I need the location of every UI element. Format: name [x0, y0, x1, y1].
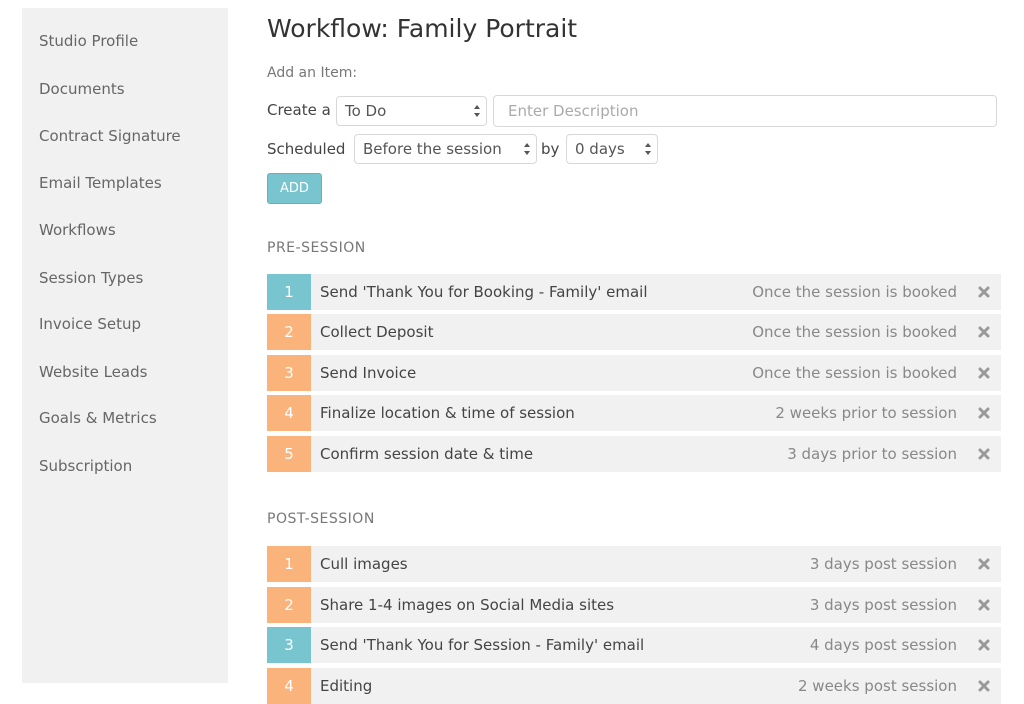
task-number: 1	[267, 546, 311, 582]
timing-value: Before the session	[363, 140, 502, 158]
task-schedule: 3 days post session	[809, 555, 957, 573]
task-row[interactable]: 1 Cull images 3 days post session	[267, 546, 1001, 582]
page-title: Workflow: Family Portrait	[267, 14, 578, 43]
task-schedule: 4 days post session	[809, 636, 957, 654]
task-label: Send 'Thank You for Session - Family' em…	[320, 636, 645, 654]
task-label: Collect Deposit	[320, 323, 434, 341]
offset-select[interactable]: 0 days	[566, 134, 658, 164]
task-number: 1	[267, 274, 311, 310]
remove-icon[interactable]	[977, 447, 991, 461]
item-type-select[interactable]: To Do	[336, 96, 487, 126]
task-schedule: Once the session is booked	[752, 283, 957, 301]
task-schedule: 3 days prior to session	[787, 445, 957, 463]
task-label: Send 'Thank You for Booking - Family' em…	[320, 283, 648, 301]
create-label: Create a	[267, 101, 331, 119]
task-row[interactable]: 5 Confirm session date & time 3 days pri…	[267, 436, 1001, 472]
post-session-heading: POST-SESSION	[267, 511, 375, 527]
task-schedule: 2 weeks post session	[798, 677, 957, 695]
task-number: 4	[267, 395, 311, 431]
task-number: 3	[267, 355, 311, 391]
task-label: Finalize location & time of session	[320, 404, 575, 422]
item-type-value: To Do	[345, 102, 387, 120]
by-label: by	[541, 140, 560, 158]
task-schedule: Once the session is booked	[752, 364, 957, 382]
task-row[interactable]: 3 Send Invoice Once the session is booke…	[267, 355, 1001, 391]
task-row[interactable]: 3 Send 'Thank You for Session - Family' …	[267, 627, 1001, 663]
workflow-editor: Workflow: Family Portrait Add an Item: C…	[267, 0, 1007, 704]
sidebar-item-website-leads[interactable]: Website Leads	[39, 363, 147, 381]
task-number: 2	[267, 587, 311, 623]
task-label: Cull images	[320, 555, 408, 573]
sidebar-item-email-templates[interactable]: Email Templates	[39, 174, 162, 192]
sidebar-item-goals-metrics[interactable]: Goals & Metrics	[39, 409, 157, 427]
task-schedule: 2 weeks prior to session	[775, 404, 957, 422]
sidebar-item-subscription[interactable]: Subscription	[39, 457, 132, 475]
scheduled-label: Scheduled	[267, 140, 346, 158]
sidebar-item-documents[interactable]: Documents	[39, 80, 125, 98]
select-arrows-icon	[524, 143, 530, 155]
task-label: Send Invoice	[320, 364, 417, 382]
remove-icon[interactable]	[977, 366, 991, 380]
timing-select[interactable]: Before the session	[354, 134, 537, 164]
remove-icon[interactable]	[977, 557, 991, 571]
offset-value: 0 days	[575, 140, 625, 158]
settings-sidebar: Studio Profile Documents Contract Signat…	[22, 8, 228, 683]
description-input[interactable]	[493, 95, 997, 127]
sidebar-item-session-types[interactable]: Session Types	[39, 269, 143, 287]
sidebar-item-studio-profile[interactable]: Studio Profile	[39, 32, 138, 50]
task-label: Editing	[320, 677, 373, 695]
remove-icon[interactable]	[977, 406, 991, 420]
task-row[interactable]: 4 Finalize location & time of session 2 …	[267, 395, 1001, 431]
task-number: 3	[267, 627, 311, 663]
pre-session-heading: PRE-SESSION	[267, 240, 366, 256]
task-number: 4	[267, 668, 311, 704]
task-number: 2	[267, 314, 311, 350]
task-row[interactable]: 4 Editing 2 weeks post session	[267, 668, 1001, 704]
task-row[interactable]: 2 Collect Deposit Once the session is bo…	[267, 314, 1001, 350]
task-label: Confirm session date & time	[320, 445, 534, 463]
sidebar-item-workflows[interactable]: Workflows	[39, 221, 116, 239]
task-label: Share 1-4 images on Social Media sites	[320, 596, 615, 614]
sidebar-item-invoice-setup[interactable]: Invoice Setup	[39, 315, 141, 333]
remove-icon[interactable]	[977, 598, 991, 612]
sidebar-item-contract-signature[interactable]: Contract Signature	[39, 127, 181, 145]
select-arrows-icon	[645, 143, 651, 155]
task-row[interactable]: 1 Send 'Thank You for Booking - Family' …	[267, 274, 1001, 310]
remove-icon[interactable]	[977, 325, 991, 339]
remove-icon[interactable]	[977, 285, 991, 299]
task-schedule: Once the session is booked	[752, 323, 957, 341]
task-row[interactable]: 2 Share 1-4 images on Social Media sites…	[267, 587, 1001, 623]
add-item-button[interactable]: ADD	[267, 173, 322, 204]
task-number: 5	[267, 436, 311, 472]
remove-icon[interactable]	[977, 679, 991, 693]
task-schedule: 3 days post session	[809, 596, 957, 614]
remove-icon[interactable]	[977, 638, 991, 652]
add-item-label: Add an Item:	[267, 65, 358, 81]
select-arrows-icon	[474, 105, 480, 117]
